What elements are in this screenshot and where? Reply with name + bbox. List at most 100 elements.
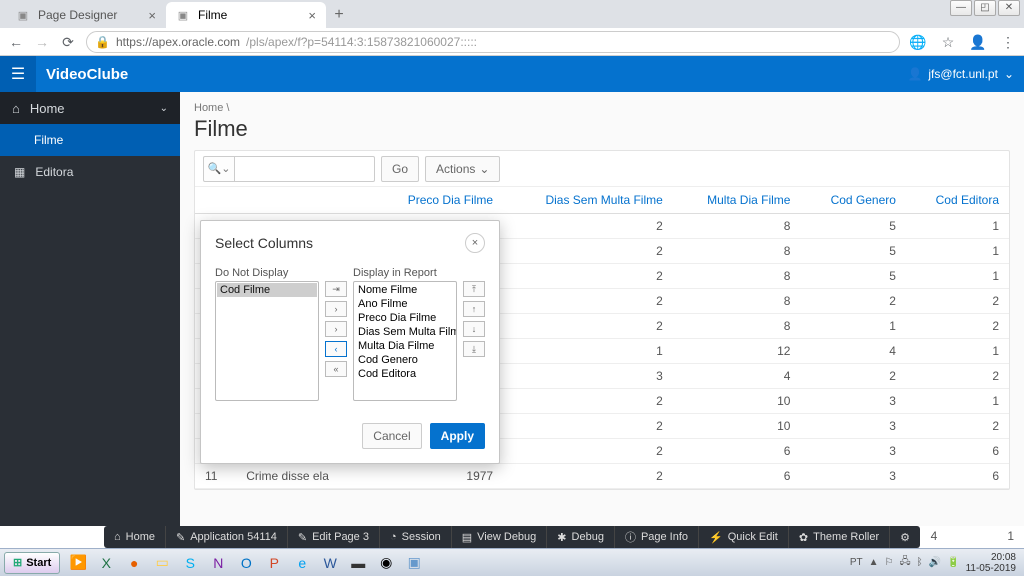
move-all-left-button[interactable]: «: [325, 361, 347, 377]
shuttle-option[interactable]: Ano Filme: [355, 297, 455, 311]
taskbar-app-icon[interactable]: ▣: [402, 551, 426, 575]
dialog-close-button[interactable]: ×: [465, 233, 485, 253]
forward-icon[interactable]: →: [34, 34, 50, 50]
taskbar-firefox-icon[interactable]: ●: [122, 551, 146, 575]
tray-bluetooth-icon[interactable]: ᛒ: [917, 557, 923, 568]
tray-network-icon[interactable]: 🖧: [900, 554, 911, 571]
cancel-button[interactable]: Cancel: [362, 423, 421, 449]
devbar-theme-roller[interactable]: ✿Theme Roller: [789, 526, 890, 548]
move-left-button-highlighted[interactable]: ‹: [325, 341, 347, 357]
devbar-application-54114[interactable]: ✎Application 54114: [166, 526, 288, 548]
new-tab-button[interactable]: +: [326, 2, 352, 28]
shuttle-option[interactable]: Dias Sem Multa Filme: [355, 325, 455, 339]
move-all-right-button[interactable]: ⇥: [325, 281, 347, 297]
account-icon[interactable]: 👤: [970, 34, 986, 50]
address-bar[interactable]: 🔒 https://apex.oracle.com/pls/apex/f?p=5…: [86, 31, 900, 53]
search-input[interactable]: [235, 156, 375, 182]
tray-battery-icon[interactable]: 🔋: [947, 557, 959, 568]
shuttle-option[interactable]: Preco Dia Filme: [355, 311, 455, 325]
move-up-button[interactable]: ↑: [463, 301, 485, 317]
address-bar-row: ← → ⟳ 🔒 https://apex.oracle.com/pls/apex…: [0, 28, 1024, 56]
user-menu[interactable]: 👤 jfs@fct.unl.pt ⌄: [907, 67, 1014, 81]
tray-lang[interactable]: PT: [850, 557, 863, 568]
taskbar-ie-icon[interactable]: e: [290, 551, 314, 575]
column-header[interactable]: Dias Sem Multa Filme: [503, 187, 673, 214]
move-top-button[interactable]: ⤒: [463, 281, 485, 297]
devbar-label: View Debug: [477, 531, 536, 543]
translate-icon[interactable]: 🌐: [910, 34, 926, 50]
column-header[interactable]: Cod Editora: [906, 187, 1009, 214]
apply-button[interactable]: Apply: [430, 423, 485, 449]
close-icon[interactable]: ×: [308, 8, 316, 23]
sidebar-item-filme[interactable]: Filme: [0, 124, 180, 156]
hamburger-button[interactable]: ☰: [0, 56, 36, 92]
window-close-button[interactable]: ✕: [998, 0, 1020, 16]
move-bottom-button[interactable]: ⤓: [463, 341, 485, 357]
sidebar-item-editora[interactable]: ▦ Editora: [0, 156, 180, 188]
taskbar-outlook-icon[interactable]: O: [234, 551, 258, 575]
taskbar-onenote-icon[interactable]: N: [206, 551, 230, 575]
shuttle-right-list[interactable]: Nome FilmeAno FilmePreco Dia FilmeDias S…: [353, 281, 457, 401]
move-left-button[interactable]: ›: [325, 321, 347, 337]
browser-tab-1[interactable]: ▣ Filme ×: [166, 2, 326, 28]
star-icon[interactable]: ☆: [940, 34, 956, 50]
column-header[interactable]: Multa Dia Filme: [673, 187, 801, 214]
devbar-session[interactable]: ◔Session: [380, 526, 452, 548]
taskbar-cmd-icon[interactable]: ▬: [346, 551, 370, 575]
tray-flag-icon[interactable]: ⚐: [885, 557, 894, 568]
reload-icon[interactable]: ⟳: [60, 34, 76, 50]
devbar-gear[interactable]: ⚙: [890, 526, 920, 548]
back-icon[interactable]: ←: [8, 34, 24, 50]
taskbar-powerpoint-icon[interactable]: P: [262, 551, 286, 575]
taskbar-skype-icon[interactable]: S: [178, 551, 202, 575]
devbar-edit-page-3[interactable]: ✎Edit Page 3: [288, 526, 380, 548]
taskbar-excel-icon[interactable]: X: [94, 551, 118, 575]
shuttle-option[interactable]: Nome Filme: [355, 283, 455, 297]
devbar-view-debug[interactable]: ▤View Debug: [452, 526, 548, 548]
taskbar-media-icon[interactable]: ▶️: [66, 551, 90, 575]
devbar-quick-edit[interactable]: ⚡Quick Edit: [699, 526, 789, 548]
window-minimize-button[interactable]: —: [950, 0, 972, 16]
shuttle-left-list[interactable]: Cod Filme: [215, 281, 319, 401]
cell: 6: [673, 439, 801, 464]
column-header[interactable]: [236, 187, 373, 214]
search-menu-button[interactable]: 🔍⌄: [203, 156, 235, 182]
window-maximize-button[interactable]: ◰: [974, 0, 996, 16]
close-icon[interactable]: ×: [148, 8, 156, 23]
shuttle-option[interactable]: Multa Dia Filme: [355, 339, 455, 353]
menu-icon[interactable]: ⋮: [1000, 34, 1016, 50]
cell: 11: [195, 464, 236, 489]
sidebar-head-home[interactable]: ⌂ Home ⌄: [0, 92, 180, 124]
actions-button[interactable]: Actions⌄: [425, 156, 500, 182]
taskbar-explorer-icon[interactable]: ▭: [150, 551, 174, 575]
devbar-home[interactable]: ⌂Home: [104, 526, 166, 548]
column-header[interactable]: Preco Dia Filme: [373, 187, 503, 214]
cell: 12: [673, 339, 801, 364]
cell: 3: [800, 414, 905, 439]
shuttle-left-label: Do Not Display: [215, 267, 319, 279]
devbar-page-info[interactable]: ⓘPage Info: [615, 526, 699, 548]
go-button[interactable]: Go: [381, 156, 419, 182]
move-down-button[interactable]: ↓: [463, 321, 485, 337]
shuttle-option[interactable]: Cod Editora: [355, 367, 455, 381]
start-button[interactable]: ⊞ Start: [4, 552, 60, 574]
cell: 3: [800, 439, 905, 464]
devbar-label: Theme Roller: [813, 531, 879, 543]
tray-clock[interactable]: 20:08 11-05-2019: [966, 552, 1016, 574]
shuttle-option[interactable]: Cod Filme: [217, 283, 317, 297]
shuttle-option[interactable]: Cod Genero: [355, 353, 455, 367]
tray-volume-icon[interactable]: 🔊: [929, 557, 941, 568]
sidebar-item-label: Filme: [34, 133, 63, 147]
app-top-bar: ☰ VideoClube 👤 jfs@fct.unl.pt ⌄: [0, 56, 1024, 92]
window-controls: — ◰ ✕: [950, 0, 1024, 16]
column-header[interactable]: [195, 187, 236, 214]
browser-tab-0[interactable]: ▣ Page Designer ×: [6, 2, 166, 28]
taskbar-word-icon[interactable]: W: [318, 551, 342, 575]
taskbar-chrome-icon[interactable]: ◉: [374, 551, 398, 575]
column-header[interactable]: Cod Genero: [800, 187, 905, 214]
devbar-debug[interactable]: ✱Debug: [547, 526, 615, 548]
move-right-button[interactable]: ›: [325, 301, 347, 317]
windows-taskbar: ⊞ Start ▶️ X ● ▭ S N O P e W ▬ ◉ ▣ PT ▲ …: [0, 548, 1024, 576]
tray-chevron-up-icon[interactable]: ▲: [869, 557, 879, 568]
dialog-title: Select Columns: [215, 235, 313, 251]
